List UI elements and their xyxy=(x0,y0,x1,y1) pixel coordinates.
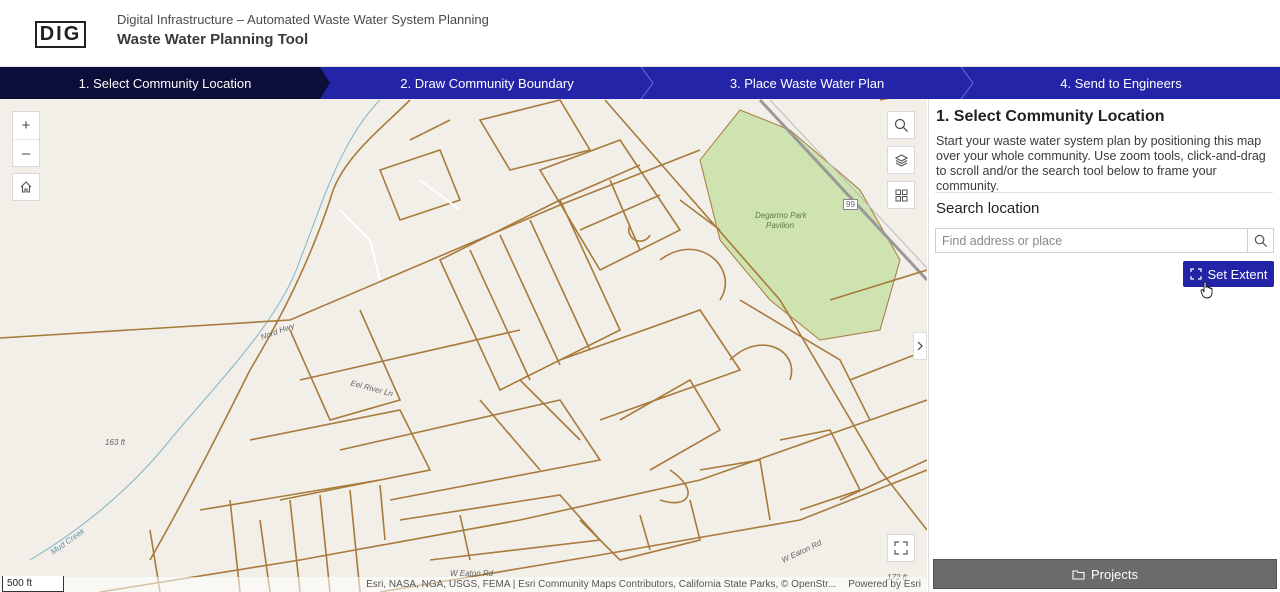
projects-button[interactable]: Projects xyxy=(933,559,1277,589)
powered-by-text[interactable]: Powered by Esri xyxy=(848,579,921,590)
search-icon xyxy=(894,118,908,132)
projects-label: Projects xyxy=(1091,566,1138,582)
step-send-engineers[interactable]: 4. Send to Engineers xyxy=(962,67,1280,99)
app-subtitle: Digital Infrastructure – Automated Waste… xyxy=(117,12,489,27)
layers-icon xyxy=(894,153,908,167)
home-icon xyxy=(20,181,32,193)
basemap-gallery-button[interactable] xyxy=(887,181,915,209)
collapse-panel-button[interactable] xyxy=(913,332,927,360)
layers-button[interactable] xyxy=(887,146,915,174)
map-attribution: Esri, NASA, NGA, USGS, FEMA | Esri Commu… xyxy=(0,577,927,592)
grid-icon xyxy=(895,189,907,201)
zoom-out-button[interactable]: – xyxy=(13,139,39,166)
step-place-plan[interactable]: 3. Place Waste Water Plan xyxy=(642,67,972,99)
fullscreen-button[interactable] xyxy=(887,534,915,562)
hand-cursor-icon xyxy=(1200,281,1213,299)
folder-icon xyxy=(1072,569,1085,580)
step-select-location[interactable]: 1. Select Community Location xyxy=(0,67,330,99)
map-view[interactable]: Degarmo Park Pavilion 163 ft 172 ft Mud … xyxy=(0,99,927,592)
attribution-text: Esri, NASA, NGA, USGS, FEMA | Esri Commu… xyxy=(366,579,837,590)
side-panel: 1. Select Community Location Start your … xyxy=(928,99,1280,592)
fullscreen-icon xyxy=(894,541,908,555)
divider xyxy=(935,192,1273,193)
highway-marker: 99 xyxy=(843,199,858,210)
panel-title: 1. Select Community Location xyxy=(936,108,1165,125)
chevron-right-icon xyxy=(917,341,923,351)
pavilion-label: Pavilion xyxy=(766,221,795,230)
map-search-button[interactable] xyxy=(887,111,915,139)
zoom-in-button[interactable]: + xyxy=(13,112,39,139)
search-icon xyxy=(1254,234,1267,247)
zoom-controls: + – xyxy=(12,111,40,167)
app-header: DIG Digital Infrastructure – Automated W… xyxy=(0,0,1280,67)
home-button[interactable] xyxy=(12,173,40,201)
step-draw-boundary[interactable]: 2. Draw Community Boundary xyxy=(322,67,652,99)
app-title: Waste Water Planning Tool xyxy=(117,31,309,48)
step-separator-icon xyxy=(640,67,654,99)
street-map-layer xyxy=(0,99,927,592)
elevation-label: 163 ft xyxy=(105,438,126,447)
dig-logo: DIG xyxy=(35,21,86,48)
scale-bar: 500 ft xyxy=(2,576,64,592)
search-label: Search location xyxy=(936,200,1040,217)
panel-description: Start your waste water system plan by po… xyxy=(936,134,1266,193)
park-label: Degarmo Park xyxy=(755,211,807,220)
step-separator-icon xyxy=(960,67,974,99)
search-submit-button[interactable] xyxy=(1247,228,1274,253)
extent-icon xyxy=(1189,268,1202,280)
step-navigation: 2. Draw Community Boundary 3. Place Wast… xyxy=(0,67,1280,99)
set-extent-label: Set Extent xyxy=(1207,266,1268,282)
search-input[interactable] xyxy=(935,228,1248,253)
set-extent-button[interactable]: Set Extent xyxy=(1183,261,1274,287)
